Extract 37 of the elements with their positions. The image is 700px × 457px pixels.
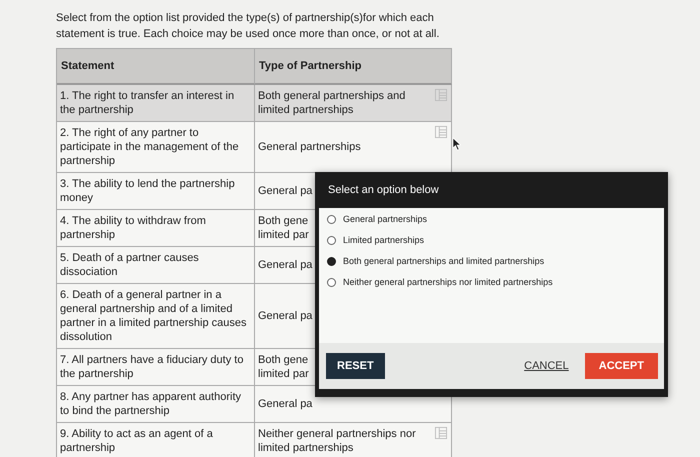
table-cell: 4. The ability to withdraw from partnership <box>57 210 255 247</box>
column-header: Statement <box>57 49 255 85</box>
cancel-link[interactable]: CANCEL <box>524 360 569 372</box>
answer-text: General partnerships <box>258 140 361 154</box>
answer-text: General pa <box>258 397 312 411</box>
answer-text: General pa <box>258 258 312 272</box>
accept-button[interactable]: ACCEPT <box>584 353 658 379</box>
table-cell: 7. All partners have a fiduciary duty to the partnership <box>57 349 255 386</box>
option-label[interactable]: Neither general partnerships nor limited partnerships <box>343 277 553 287</box>
option-label[interactable]: General partnerships <box>343 214 428 224</box>
table-cell: 9. Ability to act as an agent of a partnership <box>57 423 255 457</box>
instruction-text: Select from the option list provided the type(s) of partnership(s)for which each statement is true. Each choice may be used once more than once, or not at all. <box>56 11 440 42</box>
cursor-icon <box>452 137 462 151</box>
answer-cell[interactable]: Neither general partnerships nor limited partnerships <box>255 423 452 457</box>
answer-cell[interactable]: Both general partnerships and limited partnerships <box>255 85 452 122</box>
table-cell: 8. Any partner has apparent authority to bind the partnership <box>57 386 255 423</box>
answer-cell[interactable]: General partnerships <box>255 122 452 173</box>
answer-text: General pa <box>258 309 312 323</box>
radio-button[interactable] <box>327 256 336 266</box>
dialog-title: Select an option below <box>327 183 440 198</box>
radio-button[interactable] <box>327 236 336 244</box>
table-cell: 5. Death of a partner causes dissociation <box>57 247 255 284</box>
radio-button[interactable] <box>327 214 336 224</box>
answer-text: General pa <box>258 184 312 198</box>
radio-button[interactable] <box>327 278 336 286</box>
table-cell: 6. Death of a general partner in a general partnership and of a limited partner in a limited partnership causes dissolution <box>57 284 255 349</box>
answer-text: Both gene limited par <box>258 353 309 381</box>
option-label[interactable]: Both general partnerships and limited partnerships <box>343 256 544 266</box>
table-cell: 1. The right to transfer an interest in the partnership <box>57 85 255 122</box>
answer-text: Both gene limited par <box>258 214 309 242</box>
table-cell: 2. The right of any partner to participate in the management of the partnership <box>57 122 255 173</box>
answer-text: Neither general partnerships nor limited partnerships <box>258 427 416 455</box>
column-header: Type of Partnership <box>255 49 452 85</box>
answer-text: Both general partnerships and limited partnerships <box>258 89 406 117</box>
table-cell: 3. The ability to lend the partnership money <box>57 173 255 210</box>
option-label[interactable]: Limited partnerships <box>343 235 424 245</box>
reset-button[interactable]: RESET <box>326 353 385 379</box>
